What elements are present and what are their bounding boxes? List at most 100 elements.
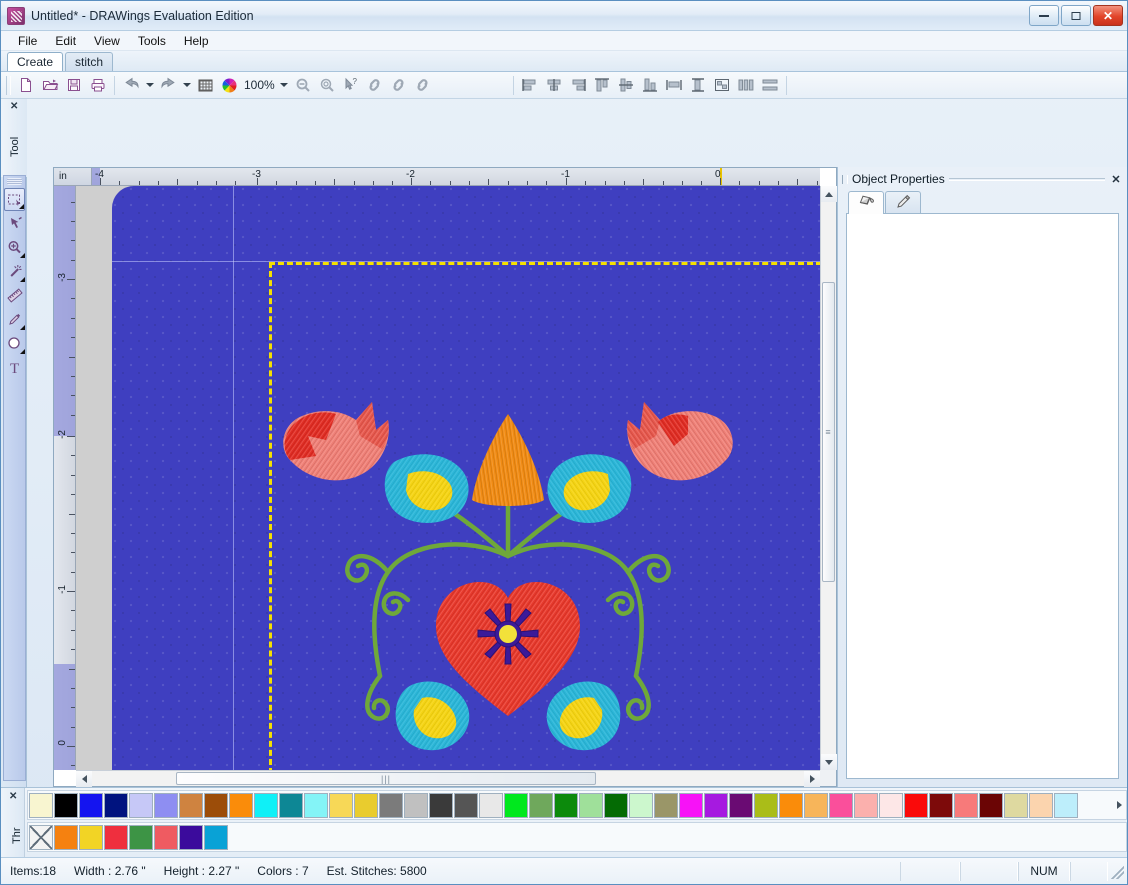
- distribute-vertical-icon[interactable]: [686, 74, 710, 97]
- print-icon[interactable]: [86, 74, 110, 97]
- thread-swatch[interactable]: [404, 792, 428, 818]
- thread-swatch[interactable]: [629, 792, 653, 818]
- panel-grip[interactable]: [842, 174, 848, 184]
- minimize-button[interactable]: [1029, 5, 1059, 26]
- object-properties-close-icon[interactable]: ✕: [1109, 173, 1123, 186]
- thread-swatch[interactable]: [479, 792, 503, 818]
- thread-swatch[interactable]: [529, 792, 553, 818]
- thread-palette-row-1[interactable]: [27, 790, 1127, 820]
- select-tool[interactable]: [4, 188, 25, 211]
- thread-swatch[interactable]: [879, 792, 903, 818]
- thread-swatch[interactable]: [204, 792, 228, 818]
- zoom-out-icon[interactable]: [291, 74, 315, 97]
- thread-palette-row-2[interactable]: [27, 822, 1127, 852]
- outline-tab[interactable]: [885, 191, 921, 214]
- menu-help[interactable]: Help: [175, 32, 218, 50]
- zoom-dropdown-arrow[interactable]: [278, 74, 291, 97]
- toolbar-grip[interactable]: [6, 75, 11, 95]
- color-wheel-icon[interactable]: [217, 74, 241, 97]
- menu-tools[interactable]: Tools: [129, 32, 175, 50]
- thread-swatch[interactable]: [854, 792, 878, 818]
- thread-swatch[interactable]: [804, 792, 828, 818]
- scroll-left-button[interactable]: [76, 771, 92, 787]
- thread-swatch[interactable]: [1054, 792, 1078, 818]
- open-file-icon[interactable]: [38, 74, 62, 97]
- palette-scroll-right-icon[interactable]: [1113, 801, 1125, 809]
- shape-tool[interactable]: [4, 332, 25, 355]
- thread-swatch[interactable]: [779, 792, 803, 818]
- horizontal-ruler[interactable]: -4 -3 -2 -1 0: [54, 168, 820, 186]
- align-top-icon[interactable]: [590, 74, 614, 97]
- save-file-icon[interactable]: [62, 74, 86, 97]
- space-across-icon[interactable]: [734, 74, 758, 97]
- align-center-horizontal-icon[interactable]: [542, 74, 566, 97]
- thread-swatch[interactable]: [979, 792, 1003, 818]
- menu-file[interactable]: File: [9, 32, 46, 50]
- scroll-down-button[interactable]: [821, 754, 837, 770]
- thread-swatch[interactable]: [104, 792, 128, 818]
- tab-stitch[interactable]: stitch: [65, 52, 114, 71]
- vertical-ruler[interactable]: -3 -2 -1 0: [54, 186, 76, 770]
- shape-tool-flyout-arrow[interactable]: [20, 349, 25, 354]
- thread-swatch[interactable]: [129, 824, 153, 850]
- thread-swatch[interactable]: [504, 792, 528, 818]
- menu-edit[interactable]: Edit: [46, 32, 85, 50]
- tab-create[interactable]: Create: [7, 52, 64, 71]
- thread-swatch[interactable]: [179, 824, 203, 850]
- thread-swatch[interactable]: [729, 792, 753, 818]
- thread-swatch[interactable]: [229, 792, 253, 818]
- thread-swatch[interactable]: [54, 824, 78, 850]
- maximize-button[interactable]: [1061, 5, 1091, 26]
- thread-swatch[interactable]: [179, 792, 203, 818]
- scroll-up-button[interactable]: [821, 186, 837, 202]
- resize-grip[interactable]: [1108, 863, 1124, 879]
- link-icon-1[interactable]: [363, 74, 387, 97]
- vertical-scroll-thumb[interactable]: ≡: [822, 282, 835, 582]
- zoom-tool[interactable]: [4, 236, 25, 259]
- zoom-selection-icon[interactable]: [315, 74, 339, 97]
- distribute-horizontal-icon[interactable]: [662, 74, 686, 97]
- menu-view[interactable]: View: [85, 32, 129, 50]
- redo-dropdown-arrow[interactable]: [180, 74, 193, 97]
- thread-swatch[interactable]: [1004, 792, 1028, 818]
- thread-swatch[interactable]: [929, 792, 953, 818]
- folk-heart-tulips-embroidery[interactable]: [268, 376, 748, 770]
- thread-swatch[interactable]: [354, 792, 378, 818]
- align-right-icon[interactable]: [566, 74, 590, 97]
- text-tool[interactable]: T: [4, 356, 25, 379]
- space-down-icon[interactable]: [758, 74, 782, 97]
- align-left-icon[interactable]: [518, 74, 542, 97]
- thread-swatch[interactable]: [104, 824, 128, 850]
- thread-swatch[interactable]: [954, 792, 978, 818]
- no-color-swatch[interactable]: [29, 824, 53, 850]
- tool-palette-drag-handle[interactable]: [7, 178, 22, 185]
- thread-swatch[interactable]: [329, 792, 353, 818]
- thread-swatch[interactable]: [554, 792, 578, 818]
- thread-swatch[interactable]: [429, 792, 453, 818]
- thread-swatch[interactable]: [79, 824, 103, 850]
- thread-swatch[interactable]: [704, 792, 728, 818]
- canvas-horizontal-scrollbar[interactable]: |||: [76, 770, 820, 787]
- magic-wand-flyout-arrow[interactable]: [20, 277, 25, 282]
- thread-swatch[interactable]: [54, 792, 78, 818]
- thread-swatch[interactable]: [254, 792, 278, 818]
- thread-swatch[interactable]: [79, 792, 103, 818]
- link-icon-3[interactable]: [411, 74, 435, 97]
- fabric-icon[interactable]: [193, 74, 217, 97]
- undo-icon[interactable]: [119, 74, 143, 97]
- object-properties-content[interactable]: [846, 213, 1119, 779]
- canvas-vertical-scrollbar[interactable]: ≡: [820, 186, 837, 770]
- measure-tool[interactable]: [4, 284, 25, 307]
- thread-swatch[interactable]: [379, 792, 403, 818]
- align-bottom-icon[interactable]: [638, 74, 662, 97]
- thread-swatch[interactable]: [304, 792, 328, 818]
- undo-dropdown-arrow[interactable]: [143, 74, 156, 97]
- thread-swatch[interactable]: [904, 792, 928, 818]
- freehand-tool[interactable]: [4, 308, 25, 331]
- align-middle-vertical-icon[interactable]: [614, 74, 638, 97]
- thread-swatch[interactable]: [29, 792, 53, 818]
- thread-swatch[interactable]: [754, 792, 778, 818]
- ruler-unit-label[interactable]: in: [54, 168, 92, 186]
- zoom-tool-flyout-arrow[interactable]: [20, 253, 25, 258]
- thread-swatch[interactable]: [679, 792, 703, 818]
